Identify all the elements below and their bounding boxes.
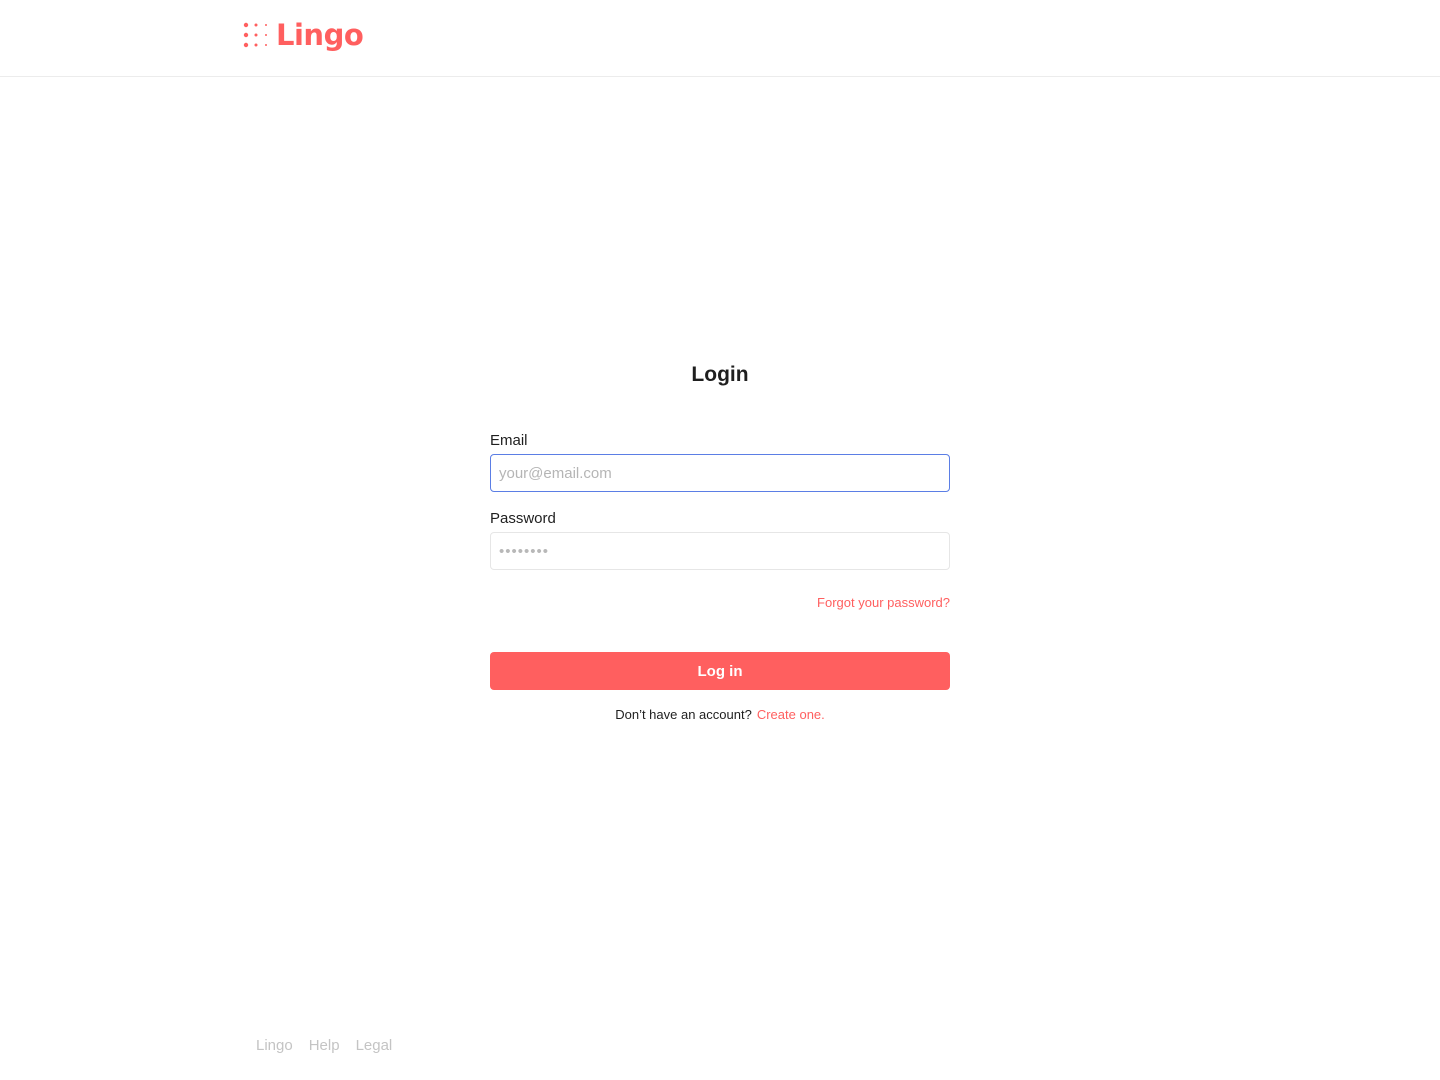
logo-text: Lingo — [276, 18, 364, 52]
signup-row: Don’t have an account? Create one. — [0, 706, 1440, 724]
password-field[interactable] — [490, 532, 950, 570]
footer-link-lingo[interactable]: Lingo — [256, 1036, 293, 1056]
footer: Lingo Help Legal — [256, 1036, 392, 1056]
top-bar: Lingo — [0, 0, 1440, 77]
forgot-password-link[interactable]: Forgot your password? — [817, 594, 950, 612]
email-label: Email — [490, 432, 528, 449]
create-account-link[interactable]: Create one. — [757, 707, 825, 722]
dot-grid-icon — [243, 22, 267, 48]
page-title: Login — [691, 363, 749, 386]
footer-link-legal[interactable]: Legal — [356, 1036, 393, 1056]
password-label: Password — [490, 510, 556, 527]
email-field[interactable] — [490, 454, 950, 492]
logo-home-link[interactable]: Lingo — [243, 17, 364, 53]
signup-prompt: Don’t have an account? — [615, 707, 752, 722]
login-button[interactable]: Log in — [490, 652, 950, 690]
footer-link-help[interactable]: Help — [309, 1036, 340, 1056]
